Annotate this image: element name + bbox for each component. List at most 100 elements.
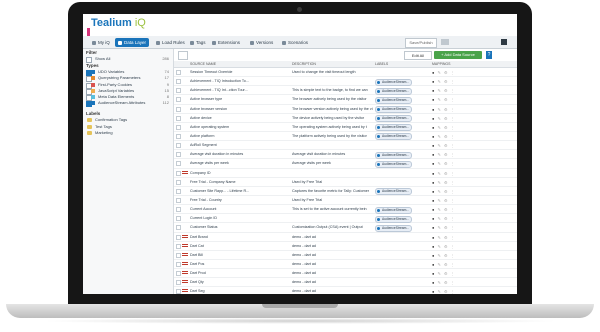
table-row[interactable]: Dart Prod demo - dart ad ● ✎ ⚙ ⋮ [174, 269, 517, 279]
row-actions[interactable]: ● ✎ ⚙ ⋮ [432, 243, 462, 251]
row-actions[interactable]: ● ✎ ⚙ ⋮ [432, 215, 462, 223]
table-row[interactable]: AdRoll Segment ● ✎ ⚙ ⋮ [174, 141, 517, 151]
label-marketing[interactable]: Marketing [83, 130, 173, 136]
table-row[interactable]: Active browser type The browser actively … [174, 95, 517, 105]
tab-scenarios[interactable]: Scenarios [279, 38, 311, 47]
tab-my-iq[interactable]: My iQ [89, 38, 113, 47]
row-select-checkbox[interactable] [176, 152, 181, 158]
label-badge[interactable]: AudienceStream... [375, 206, 413, 214]
column-description[interactable]: DESCRIPTION [292, 61, 316, 67]
publish-button[interactable]: Save/Publish [405, 38, 437, 48]
row-actions[interactable]: ● ✎ ⚙ ⋮ [432, 142, 462, 150]
row-actions[interactable]: ● ✎ ⚙ ⋮ [432, 124, 462, 132]
table-row[interactable]: Dart Pos demo - dart ad ● ✎ ⚙ ⋮ [174, 260, 517, 270]
row-select-checkbox[interactable] [176, 106, 181, 112]
label-badge[interactable]: AudienceStream... [375, 115, 413, 123]
tab-extensions[interactable]: Extensions [209, 38, 243, 47]
column-labels[interactable]: LABELS [375, 61, 388, 67]
edit-all-button[interactable]: Edit All [404, 51, 432, 60]
table-row[interactable]: Dart Cat demo - dart ad ● ✎ ⚙ ⋮ [174, 242, 517, 251]
app-logo[interactable]: Tealium iQ [91, 17, 146, 29]
table-row[interactable]: Active operating system The operating sys… [174, 123, 517, 132]
tab-versions[interactable]: Versions [247, 38, 276, 47]
table-row[interactable]: Dart Bill demo - dart ad ● ✎ ⚙ ⋮ [174, 251, 517, 260]
column-mappings[interactable]: MAPPINGS [432, 61, 450, 67]
row-select-checkbox[interactable] [176, 280, 181, 286]
filter-show-all[interactable]: Show All 286 [83, 56, 173, 63]
row-actions[interactable]: ● ✎ ⚙ ⋮ [432, 261, 462, 269]
row-select-checkbox[interactable] [176, 207, 181, 213]
table-row[interactable]: Achievement - TIQ Introduction To... Audi… [174, 77, 517, 87]
label-badge[interactable]: AudienceStream... [375, 215, 413, 223]
row-actions[interactable]: ● ✎ ⚙ ⋮ [432, 170, 462, 178]
tab-tags[interactable]: Tags [187, 38, 209, 47]
row-actions[interactable]: ● ✎ ⚙ ⋮ [432, 115, 462, 123]
table-row[interactable]: Active platform The platform actively bei… [174, 132, 517, 142]
row-select-checkbox[interactable] [176, 243, 181, 249]
row-actions[interactable]: ● ✎ ⚙ ⋮ [432, 288, 462, 294]
filter-type-audiencestream[interactable]: AudienceStream Attributes 112 [83, 100, 173, 110]
grid-view-icon[interactable] [178, 51, 188, 60]
row-actions[interactable]: ● ✎ ⚙ ⋮ [432, 188, 462, 196]
label-badge[interactable]: AudienceStream... [375, 224, 413, 232]
row-actions[interactable]: ● ✎ ⚙ ⋮ [432, 78, 462, 86]
row-actions[interactable]: ● ✎ ⚙ ⋮ [432, 96, 462, 104]
row-actions[interactable]: ● ✎ ⚙ ⋮ [432, 234, 462, 242]
table-row[interactable]: Dart Brand demo - dart ad ● ✎ ⚙ ⋮ [174, 233, 517, 242]
row-select-checkbox[interactable] [176, 225, 181, 231]
row-select-checkbox[interactable] [176, 179, 181, 185]
table-row[interactable]: Customer Status Customization Output (CSA… [174, 223, 517, 233]
table-row[interactable]: Achievement - TIQ Int...ction Tour... Thi… [174, 86, 517, 96]
table-row[interactable]: Average visits per week Average visits pe… [174, 159, 517, 169]
table-row[interactable]: Dart Seg demo - dart ad ● ✎ ⚙ ⋮ [174, 287, 517, 294]
label-badge[interactable]: AudienceStream... [375, 133, 413, 141]
tab-data-layer[interactable]: Data Layer [115, 38, 150, 47]
row-select-checkbox[interactable] [176, 252, 181, 258]
row-actions[interactable]: ● ✎ ⚙ ⋮ [432, 179, 462, 187]
row-select-checkbox[interactable] [176, 115, 181, 121]
row-actions[interactable]: ● ✎ ⚙ ⋮ [432, 279, 462, 287]
label-badge[interactable]: AudienceStream... [375, 124, 413, 132]
label-badge[interactable]: AudienceStream... [375, 160, 413, 168]
table-row[interactable]: Customer Site Rapp... - Lifetime R... Cap… [174, 187, 517, 196]
row-select-checkbox[interactable] [176, 124, 181, 130]
row-select-checkbox[interactable] [176, 79, 181, 85]
row-actions[interactable]: ● ✎ ⚙ ⋮ [432, 270, 462, 278]
row-select-checkbox[interactable] [176, 70, 181, 75]
column-source[interactable]: SOURCE NAME [190, 61, 216, 67]
table-row[interactable]: Active browser version The browser versio… [174, 105, 517, 114]
row-actions[interactable]: ● ✎ ⚙ ⋮ [432, 252, 462, 260]
label-badge[interactable]: AudienceStream... [375, 78, 413, 86]
row-select-checkbox[interactable] [176, 133, 181, 139]
row-select-checkbox[interactable] [176, 234, 181, 240]
row-actions[interactable]: ● ✎ ⚙ ⋮ [432, 106, 462, 114]
menu-icon[interactable] [501, 39, 507, 45]
row-actions[interactable]: ● ✎ ⚙ ⋮ [432, 151, 462, 159]
label-badge[interactable]: AudienceStream... [375, 96, 413, 104]
row-select-checkbox[interactable] [176, 143, 181, 149]
table-row[interactable]: Average visit duration in minutes Average… [174, 150, 517, 160]
row-actions[interactable]: ● ✎ ⚙ ⋮ [432, 197, 462, 205]
table-row[interactable]: Active device The device actively being u… [174, 114, 517, 123]
row-select-checkbox[interactable] [176, 188, 181, 194]
row-select-checkbox[interactable] [176, 261, 181, 267]
label-badge[interactable]: AudienceStream... [375, 151, 413, 159]
row-select-checkbox[interactable] [176, 97, 181, 103]
table-row[interactable]: Free Trial - Company Name Used by Free Tr… [174, 178, 517, 187]
checkbox[interactable] [86, 57, 92, 63]
row-actions[interactable]: ● ✎ ⚙ ⋮ [432, 224, 462, 232]
help-button[interactable]: ? [486, 51, 492, 59]
table-row[interactable]: Current Login ID AudienceStream... ● ✎ ⚙ ⋮ [174, 214, 517, 224]
add-data-source-button[interactable]: + Add Data Source [434, 51, 482, 59]
label-badge[interactable]: AudienceStream... [375, 106, 413, 114]
row-actions[interactable]: ● ✎ ⚙ ⋮ [432, 206, 462, 214]
row-select-checkbox[interactable] [176, 197, 181, 203]
row-select-checkbox[interactable] [176, 161, 181, 167]
row-select-checkbox[interactable] [176, 88, 181, 94]
row-select-checkbox[interactable] [176, 289, 181, 294]
row-actions[interactable]: ● ✎ ⚙ ⋮ [432, 87, 462, 95]
table-row[interactable]: Current Account This is set to the active… [174, 205, 517, 215]
label-badge[interactable]: AudienceStream... [375, 87, 413, 95]
table-row[interactable]: Session Timeout Override Used to change t… [174, 68, 517, 78]
row-actions[interactable]: ● ✎ ⚙ ⋮ [432, 160, 462, 168]
